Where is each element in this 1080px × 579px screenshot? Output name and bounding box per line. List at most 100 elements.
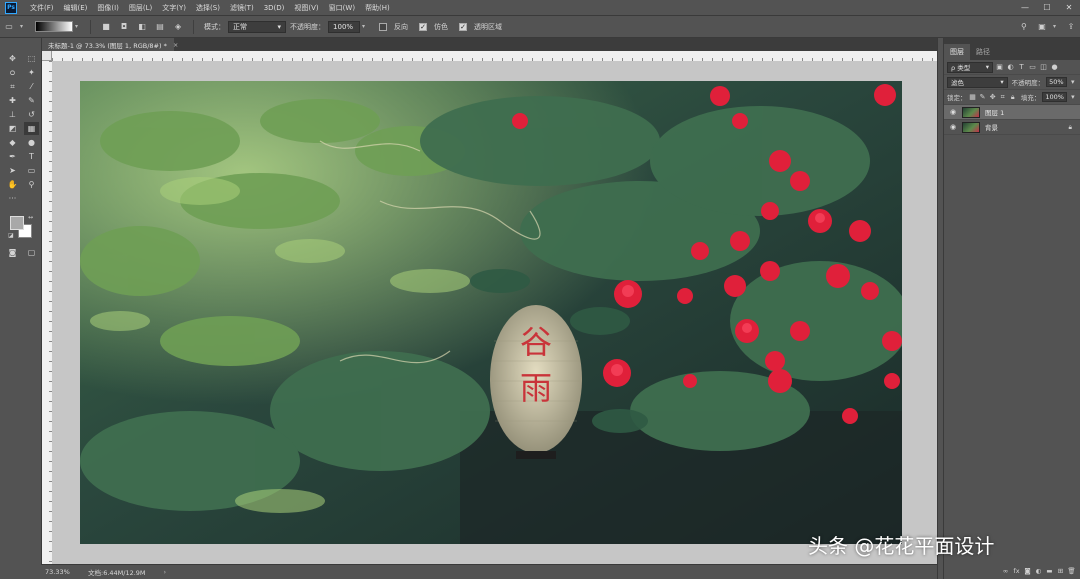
lock-pixels-icon[interactable]: ✎ bbox=[979, 93, 987, 102]
healing-brush-tool-icon[interactable]: ✚ bbox=[5, 94, 20, 107]
eraser-tool-icon[interactable]: ◩ bbox=[5, 122, 20, 135]
chevron-down-icon[interactable]: ▾ bbox=[20, 23, 23, 30]
hand-tool-icon[interactable]: ✋ bbox=[5, 178, 20, 191]
horizontal-ruler[interactable] bbox=[52, 51, 937, 61]
menu-help[interactable]: 帮助(H) bbox=[360, 3, 395, 13]
lasso-tool-icon[interactable]: ᴑ bbox=[5, 66, 20, 79]
gradient-tool-preset-icon[interactable]: ▭ bbox=[2, 20, 16, 34]
angle-gradient-icon[interactable]: ◧ bbox=[135, 20, 149, 34]
document-canvas[interactable]: 谷 雨 bbox=[80, 81, 902, 544]
layer-row[interactable]: ◉ 图层 1 bbox=[944, 105, 1080, 120]
opacity-input[interactable]: 100% bbox=[328, 20, 361, 33]
magic-wand-tool-icon[interactable]: ✦ bbox=[24, 66, 39, 79]
watermark: 头条 @花花平面设计 bbox=[808, 534, 995, 558]
layer-style-icon[interactable]: fx bbox=[1011, 565, 1022, 576]
workspace-icon[interactable]: ▣ bbox=[1035, 20, 1049, 34]
dodge-tool-icon[interactable]: ● bbox=[24, 136, 39, 149]
tab-layers[interactable]: 图层 bbox=[944, 44, 970, 60]
chevron-down-icon[interactable]: ▾ bbox=[362, 23, 365, 30]
default-colors-icon[interactable]: ◪ bbox=[8, 232, 14, 239]
lock-position-icon[interactable]: ✥ bbox=[989, 93, 997, 102]
mode-select[interactable]: 正常 ▾ bbox=[228, 20, 287, 33]
layer-row[interactable]: ◉ 背景 🔒︎ bbox=[944, 120, 1080, 135]
document-tab[interactable]: 未标题-1 @ 73.3% (图层 1, RGB/8#) * × bbox=[42, 38, 178, 51]
menu-window[interactable]: 窗口(W) bbox=[324, 3, 360, 13]
chevron-down-icon[interactable]: ▾ bbox=[1069, 78, 1077, 87]
chevron-down-icon[interactable]: ▾ bbox=[1069, 93, 1077, 102]
add-mask-icon[interactable]: ◙ bbox=[1022, 565, 1033, 576]
menu-type[interactable]: 文字(Y) bbox=[157, 3, 191, 13]
close-document-icon[interactable]: × bbox=[173, 41, 178, 49]
vertical-ruler[interactable] bbox=[42, 51, 52, 564]
radial-gradient-icon[interactable]: ◘ bbox=[117, 20, 131, 34]
layer-filter-select[interactable]: ρ 类型 ▾ bbox=[947, 61, 993, 73]
marquee-tool-icon[interactable]: ⬚ bbox=[24, 52, 39, 65]
chevron-right-icon[interactable]: › bbox=[164, 568, 167, 576]
more-tools-icon[interactable]: ··· bbox=[5, 192, 20, 205]
minimize-button[interactable]: — bbox=[1014, 0, 1036, 16]
move-tool-icon[interactable]: ✥ bbox=[5, 52, 20, 65]
search-icon[interactable]: ⚲ bbox=[1017, 20, 1031, 34]
new-group-icon[interactable]: ▬ bbox=[1044, 565, 1055, 576]
maximize-button[interactable]: ☐ bbox=[1036, 0, 1058, 16]
diamond-gradient-icon[interactable]: ◈ bbox=[171, 20, 185, 34]
filter-smart-object-icon[interactable]: ◫ bbox=[1039, 63, 1048, 72]
lock-artboard-icon[interactable]: ⌗ bbox=[999, 93, 1007, 102]
menu-select[interactable]: 选择(S) bbox=[191, 3, 225, 13]
screen-mode-icon[interactable]: ▢ bbox=[24, 246, 39, 259]
filter-toggle-icon[interactable]: ● bbox=[1050, 63, 1059, 72]
gradient-tool-icon[interactable]: ▦ bbox=[24, 122, 39, 135]
blend-mode-select[interactable]: 滤色 ▾ bbox=[947, 76, 1008, 88]
filter-adjustment-icon[interactable]: ◐ bbox=[1006, 63, 1015, 72]
canvas-area[interactable]: 谷 雨 bbox=[52, 61, 937, 564]
dither-checkbox[interactable]: ✓ bbox=[419, 22, 428, 31]
menu-filter[interactable]: 滤镜(T) bbox=[225, 3, 259, 13]
lock-transparency-icon[interactable]: ▦ bbox=[969, 93, 977, 102]
filter-pixel-icon[interactable]: ▣ bbox=[995, 63, 1004, 72]
menu-3d[interactable]: 3D(D) bbox=[259, 4, 290, 12]
gradient-editor-swatch[interactable] bbox=[35, 21, 74, 32]
ruler-origin[interactable] bbox=[42, 51, 52, 61]
transparency-checkbox[interactable]: ✓ bbox=[459, 22, 468, 31]
adjustment-layer-icon[interactable]: ◐ bbox=[1033, 565, 1044, 576]
filter-shape-icon[interactable]: ▭ bbox=[1028, 63, 1037, 72]
zoom-tool-icon[interactable]: ⚲ bbox=[24, 178, 39, 191]
menu-view[interactable]: 视图(V) bbox=[289, 3, 323, 13]
quick-mask-icon[interactable]: ◙ bbox=[5, 246, 20, 259]
type-tool-icon[interactable]: T bbox=[24, 150, 39, 163]
menu-edit[interactable]: 编辑(E) bbox=[59, 3, 93, 13]
menu-layer[interactable]: 图层(L) bbox=[124, 3, 157, 13]
linear-gradient-icon[interactable]: ■ bbox=[99, 20, 113, 34]
filter-type-icon[interactable]: T bbox=[1017, 63, 1026, 72]
reverse-checkbox[interactable] bbox=[379, 22, 388, 31]
menu-image[interactable]: 图像(I) bbox=[92, 3, 124, 13]
pen-tool-icon[interactable]: ✒ bbox=[5, 150, 20, 163]
clone-stamp-tool-icon[interactable]: ⊥ bbox=[5, 108, 20, 121]
new-layer-icon[interactable]: ⊞ bbox=[1055, 565, 1066, 576]
menu-file[interactable]: 文件(F) bbox=[25, 3, 59, 13]
tab-paths[interactable]: 路径 bbox=[970, 44, 996, 60]
crop-tool-icon[interactable]: ⌗ bbox=[5, 80, 20, 93]
rectangle-tool-icon[interactable]: ▭ bbox=[24, 164, 39, 177]
share-icon[interactable]: ⇪ bbox=[1064, 20, 1078, 34]
link-layers-icon[interactable]: ∞ bbox=[1000, 565, 1011, 576]
layer-opacity-value[interactable]: 50% bbox=[1046, 77, 1067, 87]
layer-name: 背景 bbox=[985, 124, 998, 132]
blur-tool-icon[interactable]: ◆ bbox=[5, 136, 20, 149]
delete-layer-icon[interactable]: 🗑︎ bbox=[1066, 565, 1077, 576]
visibility-eye-icon[interactable]: ◉ bbox=[947, 108, 959, 116]
chevron-down-icon[interactable]: ▾ bbox=[1053, 23, 1056, 30]
foreground-color-swatch[interactable] bbox=[10, 216, 24, 230]
eyedropper-tool-icon[interactable]: ⁄ bbox=[24, 80, 39, 93]
chevron-down-icon[interactable]: ▾ bbox=[75, 23, 78, 30]
path-selection-tool-icon[interactable]: ➤ bbox=[5, 164, 20, 177]
close-button[interactable]: ✕ bbox=[1058, 0, 1080, 16]
swap-colors-icon[interactable]: ↔ bbox=[28, 214, 33, 221]
visibility-eye-icon[interactable]: ◉ bbox=[947, 123, 959, 131]
reflected-gradient-icon[interactable]: ▤ bbox=[153, 20, 167, 34]
lock-all-icon[interactable]: 🔒︎ bbox=[1009, 93, 1017, 102]
brush-tool-icon[interactable]: ✎ bbox=[24, 94, 39, 107]
history-brush-tool-icon[interactable]: ↺ bbox=[24, 108, 39, 121]
fill-value[interactable]: 100% bbox=[1042, 92, 1067, 102]
zoom-level[interactable]: 73.33% bbox=[42, 568, 72, 576]
